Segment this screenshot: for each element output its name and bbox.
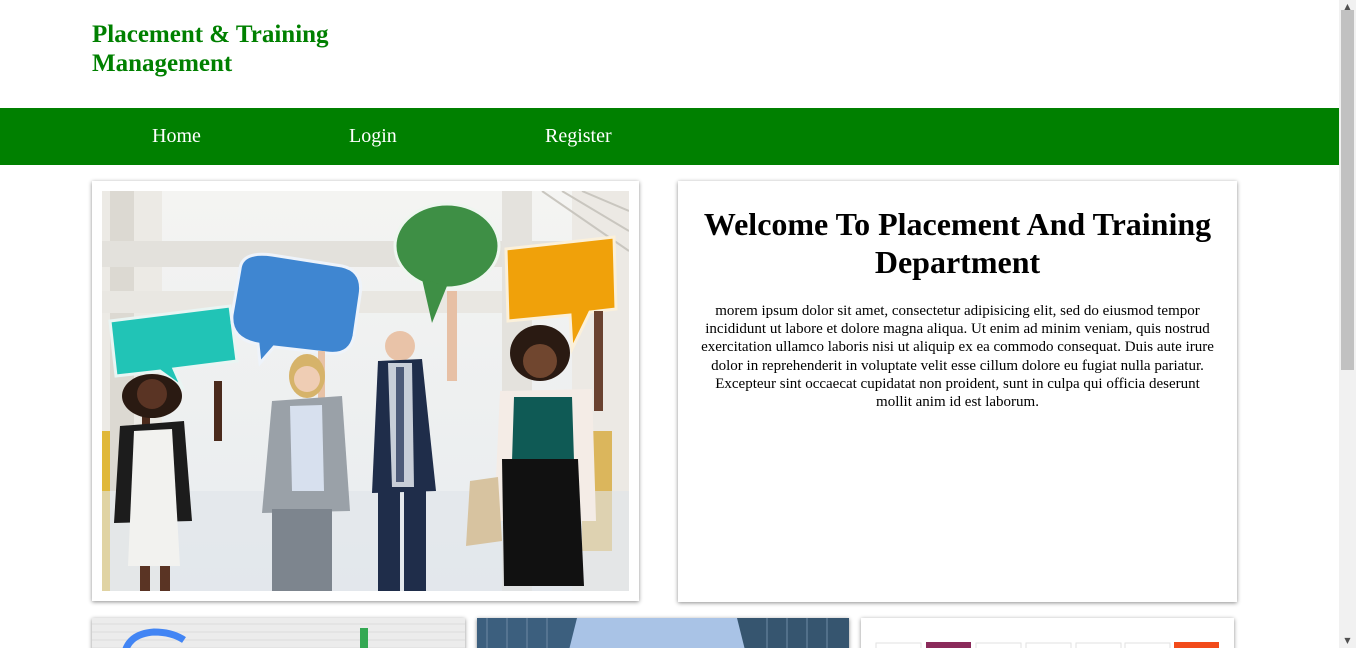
gallery-card-2 — [477, 618, 849, 648]
site-title-line-2: Management — [92, 50, 233, 77]
vertical-scrollbar[interactable]: ▲ ▼ — [1339, 0, 1356, 648]
site-title: Placement & Training Management — [92, 20, 362, 78]
google-wall-photo — [92, 618, 465, 648]
site-title-line-1: Placement & Training — [92, 21, 329, 48]
hero-team-photo — [102, 191, 629, 591]
welcome-heading: Welcome To Placement And Training Depart… — [703, 206, 1212, 280]
gallery-card-3 — [861, 618, 1234, 648]
scroll-down-arrow-icon[interactable]: ▼ — [1339, 634, 1356, 648]
welcome-paragraph: morem ipsum dolor sit amet, consectetur … — [701, 303, 1214, 411]
nav-login-link[interactable]: Login — [349, 108, 397, 165]
scrollbar-thumb[interactable] — [1341, 10, 1354, 370]
page: Placement & Training Management Home Log… — [0, 0, 1339, 648]
office-buildings-photo — [477, 618, 849, 648]
gallery-card-1 — [92, 618, 465, 648]
nav-register-link[interactable]: Register — [545, 108, 612, 165]
hero-image-card — [92, 181, 639, 601]
welcome-card: Welcome To Placement And Training Depart… — [678, 181, 1237, 602]
main-navbar: Home Login Register — [0, 108, 1339, 165]
nav-home-link[interactable]: Home — [152, 108, 201, 165]
company-logos-image — [861, 618, 1234, 648]
